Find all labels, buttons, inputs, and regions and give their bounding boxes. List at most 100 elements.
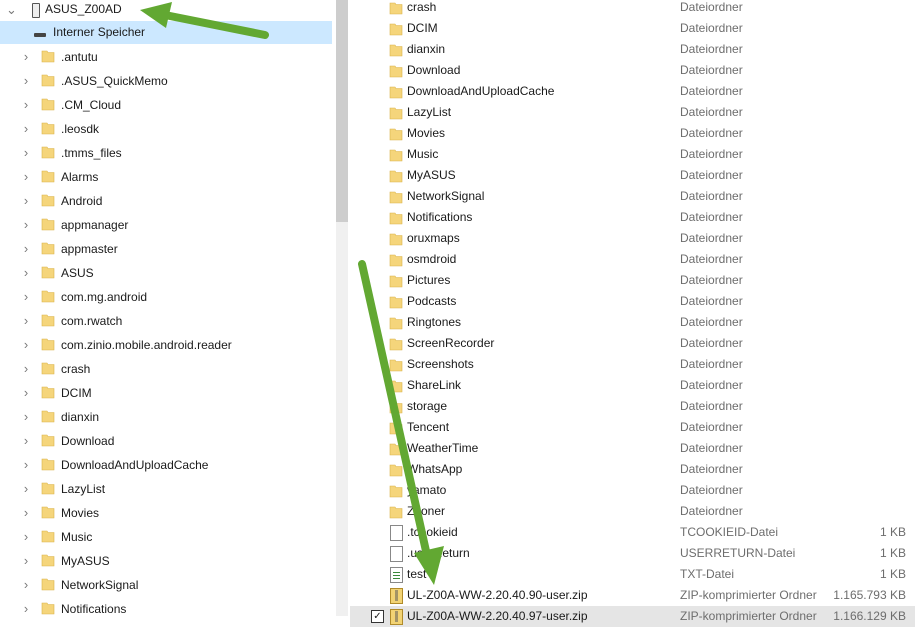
tree-item[interactable]: › Notifications xyxy=(0,597,332,621)
chevron-right-icon[interactable]: › xyxy=(21,501,31,525)
tree-item-label: .CM_Cloud xyxy=(61,98,122,112)
file-row[interactable]: .userReturn USERRETURN-Datei 1 KB xyxy=(350,543,915,564)
file-row[interactable]: UL-Z00A-WW-2.20.40.90-user.zip ZIP-kompri… xyxy=(350,585,915,606)
file-row[interactable]: Movies Dateiordner xyxy=(350,123,915,144)
file-row[interactable]: Zooner Dateiordner xyxy=(350,501,915,522)
tree-item[interactable]: › appmanager xyxy=(0,213,332,237)
file-name: NetworkSignal xyxy=(407,189,485,203)
file-name: Podcasts xyxy=(407,294,457,308)
chevron-right-icon[interactable]: › xyxy=(21,45,31,69)
chevron-right-icon[interactable]: › xyxy=(21,213,31,237)
file-row[interactable]: storage Dateiordner xyxy=(350,396,915,417)
file-row[interactable]: ScreenRecorder Dateiordner xyxy=(350,333,915,354)
file-row[interactable]: Music Dateiordner xyxy=(350,144,915,165)
file-row[interactable]: MyASUS Dateiordner xyxy=(350,165,915,186)
file-row[interactable]: Pictures Dateiordner xyxy=(350,270,915,291)
tree-item[interactable]: › .leosdk xyxy=(0,117,332,141)
file-row[interactable]: DCIM Dateiordner xyxy=(350,18,915,39)
chevron-right-icon[interactable]: › xyxy=(21,597,31,621)
tree-item[interactable]: › crash xyxy=(0,357,332,381)
file-row[interactable]: Screenshots Dateiordner xyxy=(350,354,915,375)
chevron-right-icon[interactable]: › xyxy=(21,93,31,117)
tree-item[interactable]: › Movies xyxy=(0,501,332,525)
file-row[interactable]: WeatherTime Dateiordner xyxy=(350,438,915,459)
tree-item-internal-storage[interactable]: Interner Speicher xyxy=(0,21,332,44)
file-size: 1 KB xyxy=(879,567,906,581)
file-row[interactable]: crash Dateiordner xyxy=(350,0,915,18)
tree-item[interactable]: › com.rwatch xyxy=(0,309,332,333)
chevron-right-icon[interactable]: › xyxy=(21,69,31,93)
chevron-right-icon[interactable]: › xyxy=(21,477,31,501)
chevron-right-icon[interactable]: › xyxy=(21,573,31,597)
file-row[interactable]: osmdroid Dateiordner xyxy=(350,249,915,270)
chevron-right-icon[interactable]: › xyxy=(21,549,31,573)
file-type: Dateiordner xyxy=(680,63,743,77)
chevron-right-icon[interactable]: › xyxy=(21,333,31,357)
tree-item[interactable]: › Download xyxy=(0,429,332,453)
file-row[interactable]: Podcasts Dateiordner xyxy=(350,291,915,312)
file-type: Dateiordner xyxy=(680,357,743,371)
tree-item[interactable]: › com.zinio.mobile.android.reader xyxy=(0,333,332,357)
tree-scrollbar-thumb[interactable] xyxy=(336,0,348,222)
chevron-right-icon[interactable]: › xyxy=(21,429,31,453)
tree-item[interactable]: › Android xyxy=(0,189,332,213)
chevron-right-icon[interactable]: › xyxy=(21,261,31,285)
file-name: yamato xyxy=(407,483,447,497)
chevron-right-icon[interactable]: › xyxy=(21,453,31,477)
tree-item[interactable]: › MyASUS xyxy=(0,549,332,573)
selection-checkbox[interactable]: ✓ xyxy=(371,610,384,623)
file-row[interactable]: WhatsApp Dateiordner xyxy=(350,459,915,480)
file-row[interactable]: Download Dateiordner xyxy=(350,60,915,81)
chevron-right-icon[interactable]: › xyxy=(21,381,31,405)
chevron-right-icon[interactable]: › xyxy=(21,237,31,261)
tree-item[interactable]: › .antutu xyxy=(0,45,332,69)
file-row[interactable]: LazyList Dateiordner xyxy=(350,102,915,123)
tree-item[interactable]: › appmaster xyxy=(0,237,332,261)
tree-item[interactable]: › Alarms xyxy=(0,165,332,189)
chevron-right-icon[interactable]: › xyxy=(21,357,31,381)
file-name: dianxin xyxy=(407,42,446,56)
file-row[interactable]: Ringtones Dateiordner xyxy=(350,312,915,333)
chevron-right-icon[interactable]: › xyxy=(21,285,31,309)
file-type: Dateiordner xyxy=(680,168,743,182)
tree-item[interactable]: › dianxin xyxy=(0,405,332,429)
file-row[interactable]: ShareLink Dateiordner xyxy=(350,375,915,396)
tree-item-label: crash xyxy=(61,362,91,376)
tree-item[interactable]: › Music xyxy=(0,525,332,549)
tree-item[interactable]: › .tmms_files xyxy=(0,141,332,165)
file-row[interactable]: yamato Dateiordner xyxy=(350,480,915,501)
file-row[interactable]: Tencent Dateiordner xyxy=(350,417,915,438)
tree-item[interactable]: › .ASUS_QuickMemo xyxy=(0,69,332,93)
file-row[interactable]: DownloadAndUploadCache Dateiordner xyxy=(350,81,915,102)
tree-item[interactable]: › DCIM xyxy=(0,381,332,405)
tree-item-label: appmanager xyxy=(61,218,129,232)
chevron-right-icon[interactable]: › xyxy=(21,309,31,333)
file-type: Dateiordner xyxy=(680,126,743,140)
chevron-right-icon[interactable]: › xyxy=(21,141,31,165)
device-label: ASUS_Z00AD xyxy=(45,2,122,16)
tree-item[interactable]: › LazyList xyxy=(0,477,332,501)
file-type: Dateiordner xyxy=(680,42,743,56)
tree-item[interactable]: › com.mg.android xyxy=(0,285,332,309)
tree-item[interactable]: › DownloadAndUploadCache xyxy=(0,453,332,477)
chevron-right-icon[interactable]: › xyxy=(21,525,31,549)
chevron-right-icon[interactable]: › xyxy=(21,189,31,213)
file-row[interactable]: test TXT-Datei 1 KB xyxy=(350,564,915,585)
file-row[interactable]: ✓ UL-Z00A-WW-2.20.40.97-user.zip ZIP-kompr… xyxy=(350,606,915,627)
chevron-right-icon[interactable]: › xyxy=(21,165,31,189)
tree-item[interactable]: › NetworkSignal xyxy=(0,573,332,597)
tree-item-label: appmaster xyxy=(61,242,118,256)
file-row[interactable]: dianxin Dateiordner xyxy=(350,39,915,60)
tree-item[interactable]: › .CM_Cloud xyxy=(0,93,332,117)
chevron-right-icon[interactable]: › xyxy=(21,117,31,141)
tree-item-label: Download xyxy=(61,434,115,448)
file-row[interactable]: .tcookieid TCOOKIEID-Datei 1 KB xyxy=(350,522,915,543)
file-type: Dateiordner xyxy=(680,420,743,434)
chevron-right-icon[interactable]: › xyxy=(21,405,31,429)
chevron-down-icon[interactable]: ⌄ xyxy=(6,0,17,22)
tree-item[interactable]: › ASUS xyxy=(0,261,332,285)
file-row[interactable]: NetworkSignal Dateiordner xyxy=(350,186,915,207)
file-row[interactable]: Notifications Dateiordner xyxy=(350,207,915,228)
tree-item-device[interactable]: ⌄ ASUS_Z00AD xyxy=(0,0,332,21)
file-row[interactable]: oruxmaps Dateiordner xyxy=(350,228,915,249)
